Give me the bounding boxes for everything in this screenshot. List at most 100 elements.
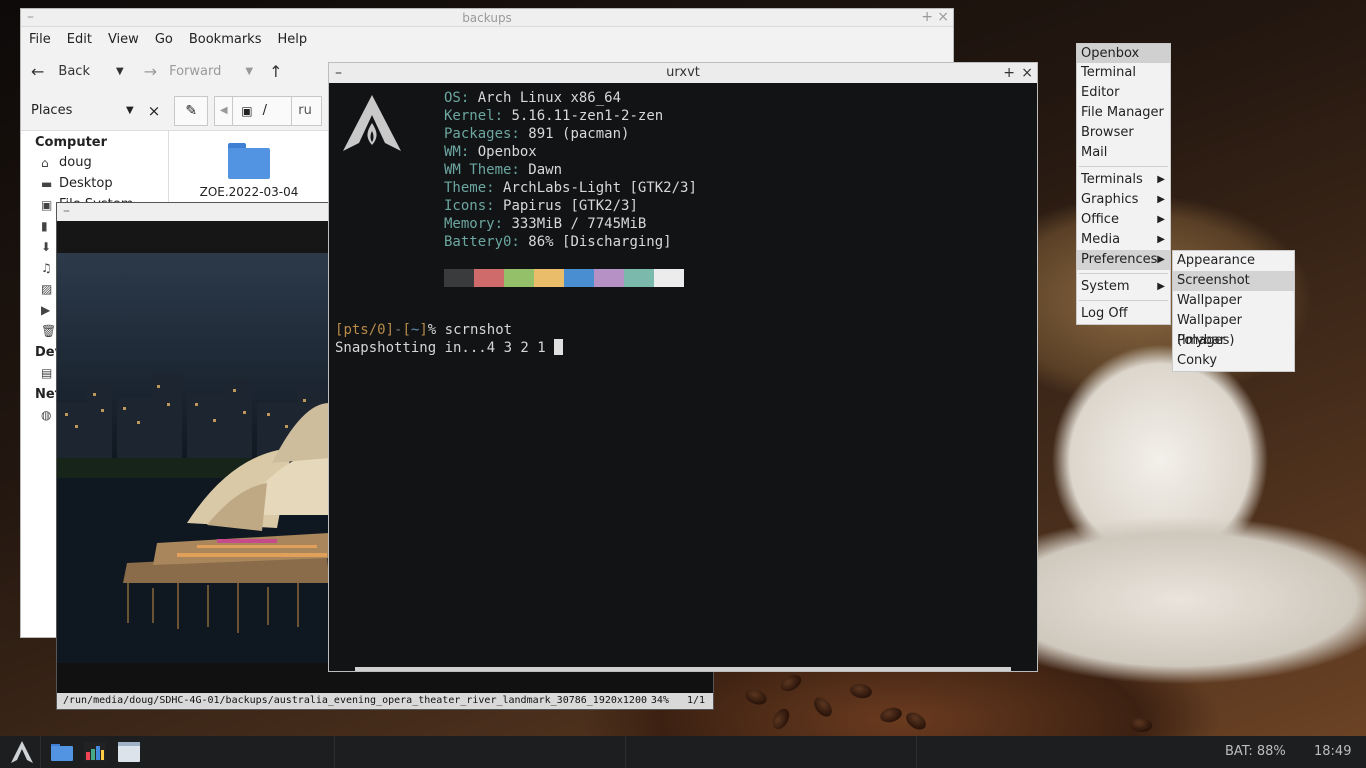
info-key: Kernel:	[444, 108, 504, 124]
palette-swatch	[504, 269, 534, 287]
menu-item-media[interactable]: Media ▶	[1077, 230, 1170, 250]
info-key: WM:	[444, 144, 470, 160]
palette-swatch	[564, 269, 594, 287]
menu-separator	[1079, 166, 1168, 167]
submenu-item-polybar[interactable]: Polybar	[1173, 331, 1294, 351]
menu-item-file-manager[interactable]: File Manager	[1077, 103, 1170, 123]
palette-swatch	[534, 269, 564, 287]
zoom-level: 34%	[650, 695, 669, 706]
menu-item-browser[interactable]: Browser	[1077, 123, 1170, 143]
taskbar: BAT: 88% 18:49	[0, 736, 1366, 768]
menu-edit[interactable]: Edit	[67, 32, 92, 47]
prompt-tty: pts/0	[343, 322, 386, 338]
terminal-taskbar-icon[interactable]	[117, 740, 141, 764]
archlabs-logo-icon	[343, 95, 401, 151]
menu-item-system[interactable]: System ▶	[1077, 277, 1170, 297]
close-button[interactable]: ×	[1021, 63, 1033, 83]
menu-item-preferences[interactable]: Preferences ▶	[1077, 250, 1170, 270]
forward-history-dropdown-icon[interactable]: ▼	[245, 66, 253, 77]
submenu-item-conky[interactable]: Conky	[1173, 351, 1294, 371]
menu-bookmarks[interactable]: Bookmarks	[189, 32, 262, 47]
up-arrow-icon[interactable]: ↑	[269, 62, 282, 81]
taskbar-divider	[916, 736, 917, 768]
palette-swatch	[624, 269, 654, 287]
info-line: Packages: 891 (pacman)	[444, 125, 697, 143]
menu-go[interactable]: Go	[155, 32, 173, 47]
info-line: Theme: ArchLabs-Light [GTK2/3]	[444, 179, 697, 197]
menu-item-terminals[interactable]: Terminals ▶	[1077, 170, 1170, 190]
path-scroll-left-button[interactable]: ◀	[214, 95, 233, 126]
back-button[interactable]: ← Back	[31, 62, 90, 81]
info-line: Memory: 333MiB / 7745MiB	[444, 215, 697, 233]
preferences-submenu: Appearance Screenshot Wallpaper Wallpape…	[1172, 250, 1295, 372]
info-key: Packages:	[444, 126, 520, 142]
info-key: OS:	[444, 90, 470, 106]
terminal-window[interactable]: urxvt – + × OS: Arch Linux x86_64 Kernel:…	[328, 62, 1038, 672]
sidebar-item-doug[interactable]: ⌂ doug	[21, 152, 168, 173]
info-key: WM Theme:	[444, 162, 520, 178]
battery-indicator[interactable]: BAT: 88%	[1225, 736, 1286, 768]
image-viewer-taskbar-icon[interactable]	[83, 740, 107, 764]
submenu-item-wallpaper[interactable]: Wallpaper	[1173, 291, 1294, 311]
path-root-label: /	[262, 103, 268, 118]
clock[interactable]: 18:49	[1314, 736, 1351, 768]
forward-button[interactable]: → Forward	[144, 62, 222, 81]
menu-item-label: Preferences	[1081, 252, 1158, 267]
info-line: WM Theme: Dawn	[444, 161, 697, 179]
taskbar-divider	[625, 736, 626, 768]
taskbar-divider	[334, 736, 335, 768]
maximize-button[interactable]: +	[1003, 63, 1015, 83]
folder-item[interactable]: ZOE.2022-03-04	[199, 143, 299, 199]
archlabs-launcher-icon[interactable]	[10, 740, 34, 764]
window-menu-button[interactable]: –	[335, 63, 342, 83]
info-key: Battery0:	[444, 234, 520, 250]
submenu-item-appearance[interactable]: Appearance	[1173, 251, 1294, 271]
places-label: Places	[31, 103, 73, 118]
output-line: Snapshotting in...4 3 2 1	[335, 339, 564, 357]
window-menu-button[interactable]: –	[63, 203, 70, 220]
shell-prompt: [pts/0]-[~]% scrnshot Snapshotting in...4…	[335, 321, 564, 357]
palette-swatch	[444, 269, 474, 287]
menu-bar: File Edit View Go Bookmarks Help	[21, 27, 953, 51]
menu-item-label: Office	[1081, 212, 1119, 227]
info-line: Battery0: 86% [Discharging]	[444, 233, 697, 251]
file-manager-taskbar-icon[interactable]	[50, 740, 74, 764]
menu-item-log-off[interactable]: Log Off	[1077, 304, 1170, 324]
terminal-scrollbar[interactable]	[355, 667, 1011, 671]
places-dropdown-icon[interactable]: ▼	[126, 105, 134, 116]
arrow-left-icon: ←	[31, 61, 45, 81]
prompt-symbol: %	[427, 322, 437, 338]
back-history-dropdown-icon[interactable]: ▼	[116, 66, 124, 77]
sidebar-item-desktop[interactable]: ▬ Desktop	[21, 173, 168, 194]
terminal-body[interactable]: OS: Arch Linux x86_64 Kernel: 5.16.11-zen…	[329, 83, 1037, 671]
menu-item-editor[interactable]: Editor	[1077, 83, 1170, 103]
menu-item-graphics[interactable]: Graphics ▶	[1077, 190, 1170, 210]
menu-view[interactable]: View	[108, 32, 139, 47]
path-segment-button[interactable]: ru	[292, 95, 323, 126]
window-menu-button[interactable]: –	[27, 9, 34, 26]
chevron-right-icon: ▶	[1157, 194, 1165, 205]
forward-label: Forward	[169, 63, 222, 79]
palette-swatch	[654, 269, 684, 287]
submenu-item-screenshot[interactable]: Screenshot	[1173, 271, 1294, 291]
color-palette	[444, 269, 684, 287]
menu-item-mail[interactable]: Mail	[1077, 143, 1170, 163]
menu-item-office[interactable]: Office ▶	[1077, 210, 1170, 230]
coffee-bean	[769, 705, 793, 733]
file-manager-titlebar[interactable]: backups – + ×	[21, 9, 953, 27]
submenu-item-wallpaper-images[interactable]: Wallpaper (images)	[1173, 311, 1294, 348]
info-value: Openbox	[477, 144, 537, 160]
terminal-titlebar[interactable]: urxvt – + ×	[329, 63, 1037, 83]
menu-help[interactable]: Help	[277, 32, 307, 47]
close-button[interactable]: ×	[937, 9, 949, 26]
path-root-button[interactable]: ▣ /	[232, 95, 293, 126]
menu-file[interactable]: File	[29, 32, 51, 47]
maximize-button[interactable]: +	[921, 9, 933, 26]
edit-path-button[interactable]: ✎	[174, 95, 209, 126]
menu-item-terminal[interactable]: Terminal	[1077, 63, 1170, 83]
sidebar-heading-computer: Computer	[35, 135, 108, 150]
close-sidebar-icon[interactable]: ×	[148, 102, 161, 120]
pencil-icon: ✎	[185, 102, 198, 119]
info-line: OS: Arch Linux x86_64	[444, 89, 697, 107]
info-value: Arch Linux x86_64	[477, 90, 622, 106]
